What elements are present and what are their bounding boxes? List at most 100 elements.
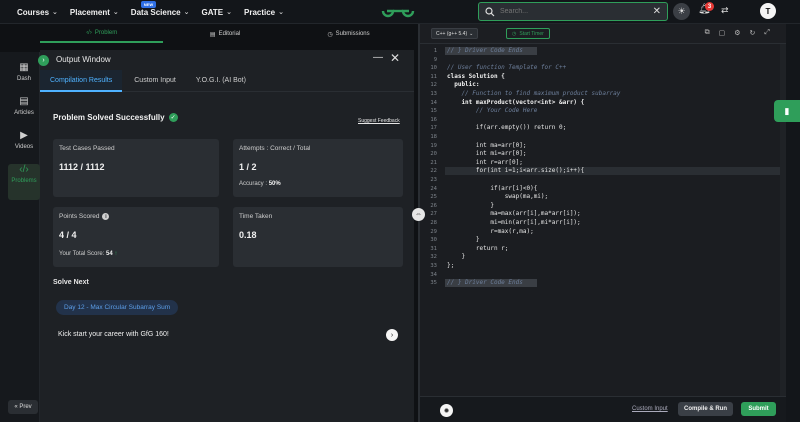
code-line[interactable]: int mi=arr[0]; xyxy=(447,150,527,158)
chevron-right-icon[interactable]: › xyxy=(386,329,398,341)
chevron-down-icon: ⌄ xyxy=(52,9,58,16)
code-line[interactable]: // Your Code Here xyxy=(447,107,537,115)
right-rail xyxy=(786,24,800,422)
compile-run-button[interactable]: Compile & Run xyxy=(678,402,733,416)
sidebar-item-articles[interactable]: ▤ Articles xyxy=(8,96,40,132)
line-number: 10 xyxy=(430,65,437,72)
avatar[interactable]: T xyxy=(760,3,776,19)
line-number: 11 xyxy=(430,73,437,80)
custom-input-link[interactable]: Custom Input xyxy=(632,406,668,412)
double-chevron-left-icon: « xyxy=(14,404,18,410)
code-line[interactable]: ma=max(arr[i],ma*arr[i]); xyxy=(447,210,580,218)
top-navbar: Courses ⌄ Placement ⌄ NEW Data Science ⌄ GAT… xyxy=(0,0,800,24)
output-window: Output Window — ✕ Compilation Results Cu… xyxy=(40,50,414,422)
minimize-icon[interactable]: — xyxy=(373,52,383,63)
editor-actions: ⧉ ▢ ⚙ ↻ ⤢ xyxy=(705,29,770,37)
tab-yogi-ai-bot[interactable]: Y.O.G.I. (AI Bot) xyxy=(188,70,254,92)
points-card: Points Scored i 4 / 4 Your Total Score: 5… xyxy=(53,207,219,267)
nav-data-science[interactable]: NEW Data Science ⌄ xyxy=(131,0,190,17)
code-icon: ‹/› xyxy=(86,30,92,36)
line-number: 23 xyxy=(430,177,437,183)
line-number: 29 xyxy=(430,228,437,235)
new-badge: NEW xyxy=(140,0,157,8)
line-number: 14 xyxy=(430,99,437,106)
code-line[interactable]: if(arr.empty()) return 0; xyxy=(447,124,566,132)
nav-courses[interactable]: Courses ⌄ xyxy=(17,8,58,17)
tab-problem[interactable]: ‹/› Problem xyxy=(40,25,164,43)
line-number: 24 xyxy=(430,185,437,192)
code-line[interactable]: // Function to find maximum product suba… xyxy=(447,90,620,98)
next-problem-chip[interactable]: Day 12 - Max Circular Subarray Sum xyxy=(56,300,179,315)
document-icon: ▤ xyxy=(209,31,216,38)
chat-icon[interactable]: ▮ xyxy=(774,100,800,122)
submit-button[interactable]: Submit xyxy=(741,402,776,416)
chevron-down-icon: ⌄ xyxy=(469,30,474,37)
sidebar-item-dash[interactable]: ▦ Dash xyxy=(8,62,40,98)
search-box[interactable]: ✕ xyxy=(478,2,668,21)
code-line[interactable]: } xyxy=(447,202,494,210)
close-icon[interactable]: ✕ xyxy=(390,51,400,65)
code-line[interactable]: // User function Template for C++ xyxy=(447,64,566,72)
nav-practice[interactable]: Practice ⌄ xyxy=(244,8,284,17)
code-line[interactable]: } xyxy=(447,236,480,244)
line-number: 33 xyxy=(430,263,437,269)
video-icon: ▶ xyxy=(20,130,28,141)
theme-toggle-icon[interactable]: ☀ xyxy=(673,3,690,20)
file-icon[interactable]: ▢ xyxy=(719,29,726,37)
time-card: Time Taken 0.18 xyxy=(233,207,403,267)
problem-tabs: ‹/› Problem ▤ Editorial ◷ Submissions xyxy=(40,25,414,43)
code-line[interactable]: int ma=arr[0]; xyxy=(447,142,527,150)
tab-compilation-results[interactable]: Compilation Results xyxy=(40,70,123,92)
line-number: 22 xyxy=(430,168,437,175)
expand-arrow-icon[interactable]: › xyxy=(38,55,49,66)
gfg-logo-icon[interactable] xyxy=(381,2,415,20)
start-timer-button[interactable]: ◷ Start Timer xyxy=(506,28,550,39)
chevron-down-icon: ⌄ xyxy=(183,9,190,16)
search-input[interactable] xyxy=(500,8,653,15)
code-line[interactable]: public: xyxy=(447,81,479,89)
output-tabs: Compilation Results Custom Input Y.O.G.I… xyxy=(40,70,414,92)
code-line[interactable]: // } Driver Code Ends xyxy=(447,279,523,287)
settings-icon[interactable]: ⚙ xyxy=(734,29,740,37)
code-line[interactable]: int r=arr[0]; xyxy=(447,159,523,167)
line-number: 34 xyxy=(430,271,437,278)
reset-icon[interactable]: ↻ xyxy=(750,29,756,37)
code-line[interactable]: if(arr[i]<0){ xyxy=(447,185,537,193)
info-icon[interactable]: i xyxy=(102,213,110,220)
resize-handle-icon[interactable]: ⇔ xyxy=(412,208,425,221)
sidebar-item-problems[interactable]: ‹/› Problems xyxy=(8,164,40,200)
chevron-down-icon: ⌄ xyxy=(226,9,232,16)
sidebar-item-videos[interactable]: ▶ Videos xyxy=(8,130,40,166)
prev-button[interactable]: « Prev xyxy=(8,400,38,414)
language-select[interactable]: C++ (g++ 5.4) ⌄ xyxy=(431,28,479,39)
translate-icon[interactable]: ⇄ xyxy=(721,5,729,16)
close-icon[interactable]: ✕ xyxy=(653,6,661,17)
code-line[interactable]: } xyxy=(447,253,465,261)
nav-gate[interactable]: GATE ⌄ xyxy=(201,8,232,17)
search-icon xyxy=(485,6,495,16)
line-number: 30 xyxy=(430,237,437,244)
code-line[interactable]: return r; xyxy=(447,245,509,253)
lightbulb-icon[interactable]: ✹ xyxy=(440,404,453,417)
code-line[interactable]: mi=min(arr[i],mi*arr[i]); xyxy=(447,219,580,227)
copy-icon[interactable]: ⧉ xyxy=(705,29,710,37)
code-line[interactable]: // } Driver Code Ends xyxy=(447,47,523,55)
editor-footer: ✹ Custom Input Compile & Run Submit xyxy=(420,396,786,422)
code-line[interactable]: class Solution { xyxy=(447,73,505,81)
tab-custom-input[interactable]: Custom Input xyxy=(126,70,184,92)
code-line[interactable]: for(int i=1;i<arr.size();i++){ xyxy=(447,167,584,175)
fullscreen-icon[interactable]: ⤢ xyxy=(764,29,770,37)
code-editor-panel: C++ (g++ 5.4) ⌄ ◷ Start Timer ⧉ ▢ ⚙ ↻ ⤢ 19… xyxy=(420,24,786,422)
suggest-feedback-link[interactable]: Suggest Feedback xyxy=(358,118,400,124)
code-line[interactable]: swap(ma,mi); xyxy=(447,193,548,201)
code-line[interactable]: r=max(r,ma); xyxy=(447,228,533,236)
chevron-down-icon: ⌄ xyxy=(112,9,119,16)
tab-submissions[interactable]: ◷ Submissions xyxy=(287,25,410,43)
code-line[interactable]: int maxProduct(vector<int> &arr) { xyxy=(447,99,584,107)
nav-placement[interactable]: Placement ⌄ xyxy=(70,8,119,17)
line-number: 16 xyxy=(430,116,437,123)
notification-count-badge: 3 xyxy=(705,2,714,11)
code-line[interactable]: }; xyxy=(447,262,454,270)
code-area[interactable]: 1 9 10 11 12 13 14 15 16 17 18 19 20 21 22 23 24 25 26 27 28… xyxy=(420,44,786,396)
tab-editorial[interactable]: ▤ Editorial xyxy=(163,25,286,43)
